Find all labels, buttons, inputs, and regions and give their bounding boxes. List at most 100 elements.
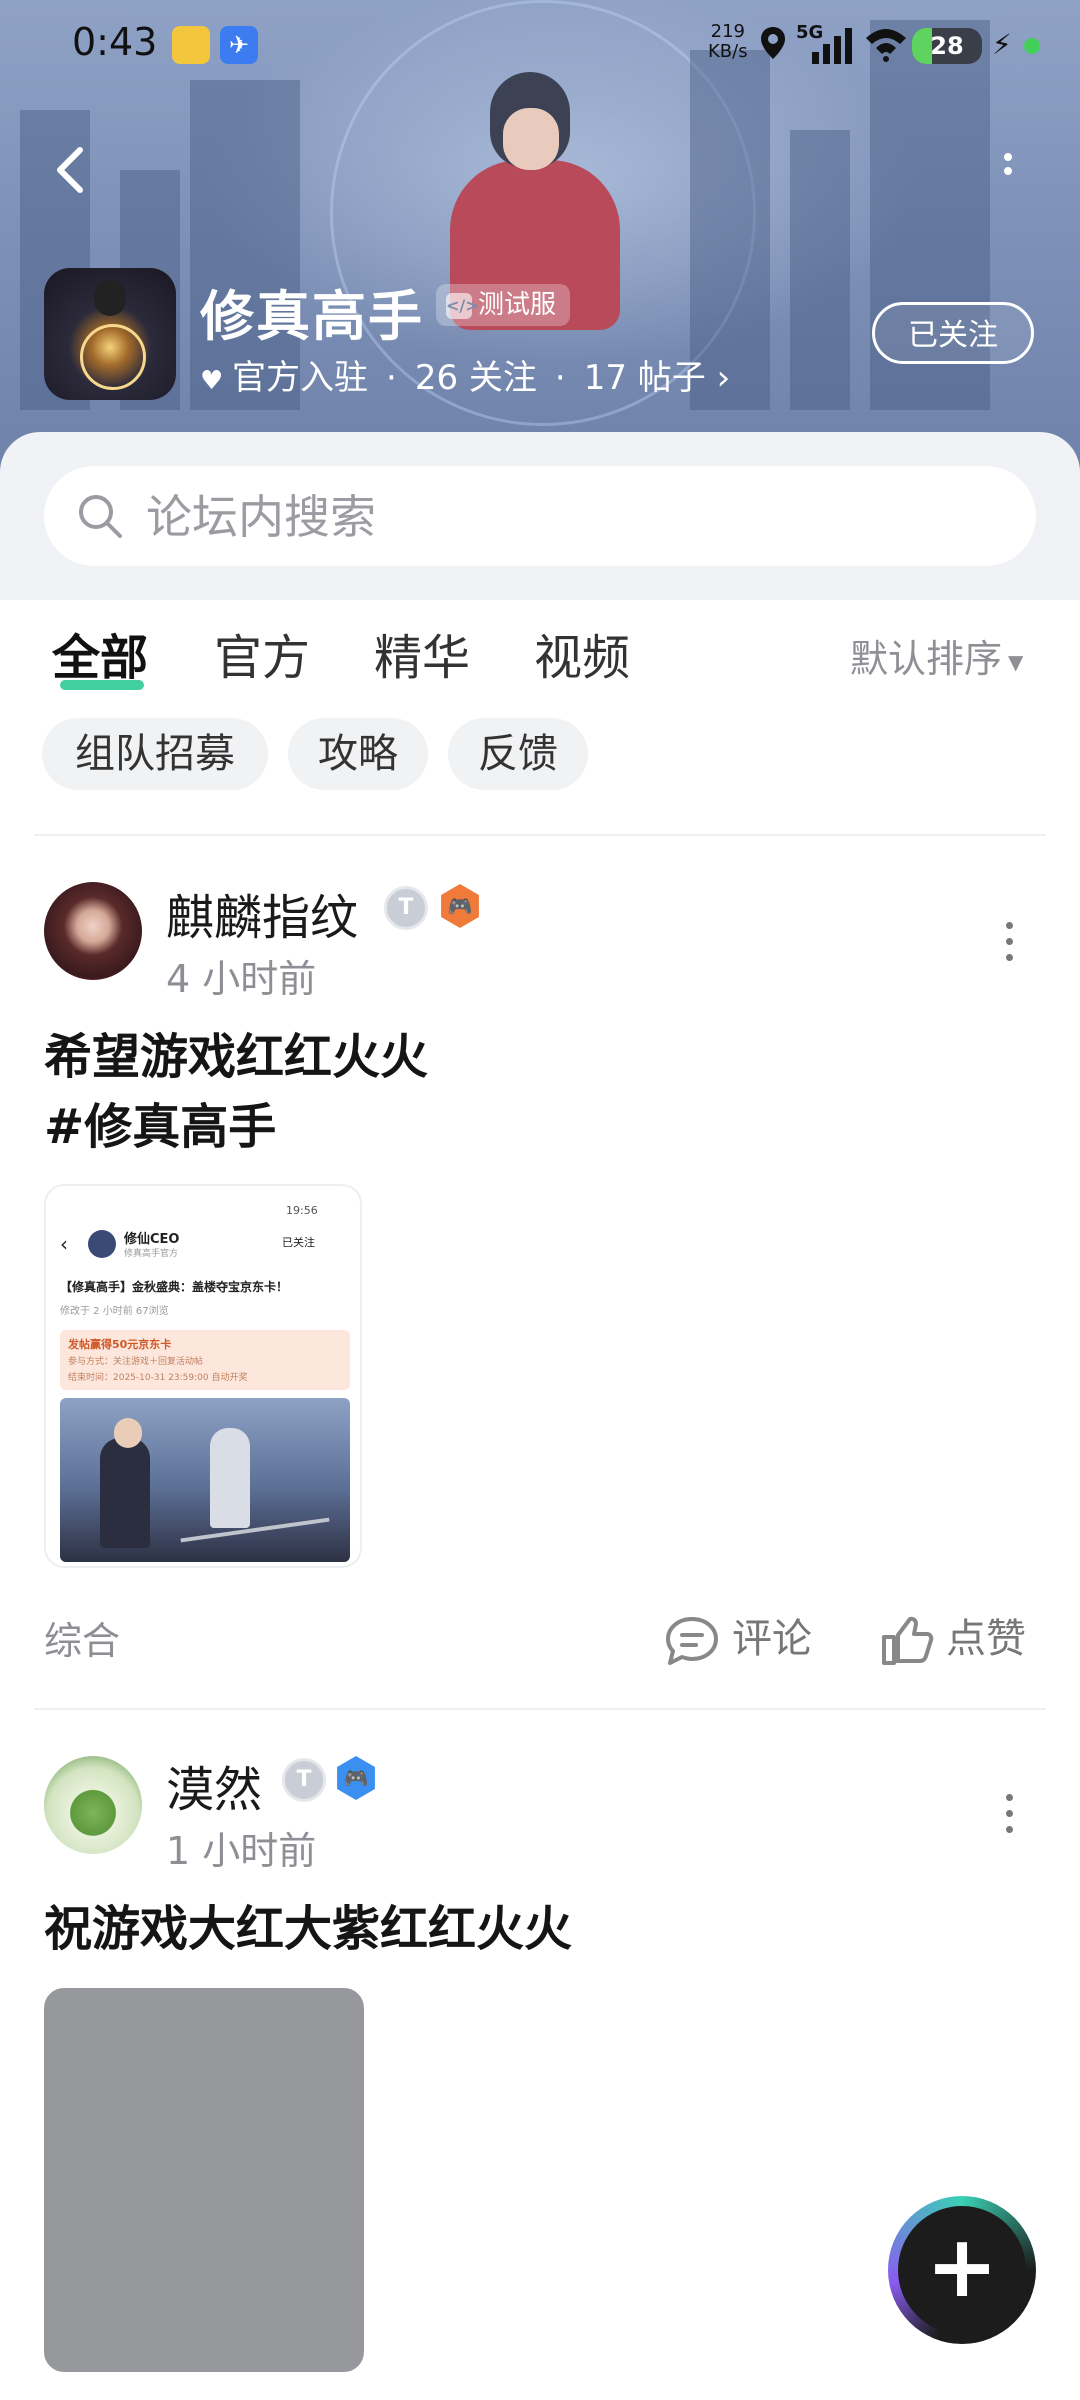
- thumb-artwork-face: [114, 1418, 142, 1448]
- thumb-artwork-figure: [210, 1428, 250, 1528]
- post-title[interactable]: 希望游戏红红火火 #修真高手: [44, 1022, 428, 1162]
- thumb-artwork-figure: [100, 1438, 150, 1548]
- search-input[interactable]: [144, 466, 1008, 568]
- thumb-follow: 已关注: [282, 1236, 315, 1249]
- following-count: 26 关注: [414, 358, 537, 398]
- more-vertical-icon-dot: [1004, 153, 1012, 161]
- network-speed: 219 KB/s: [708, 22, 748, 62]
- post-author[interactable]: 麒麟指纹: [166, 878, 358, 948]
- chevron-left-icon: [57, 147, 83, 193]
- thumb-gift-title: 发帖赢得50元京东卡: [68, 1338, 172, 1351]
- game-meta[interactable]: ♥ 官方入驻 · 26 关注 · 17 帖子 ›: [200, 350, 730, 399]
- thumb-headline: 【修真高手】金秋盛典：盖楼夺宝京东卡！: [60, 1280, 289, 1294]
- like-button[interactable]: 点赞: [880, 1606, 1026, 1667]
- post-more-button[interactable]: [1002, 1794, 1016, 1840]
- divider: [34, 834, 1046, 836]
- header-artwork-building: [790, 130, 850, 410]
- charging-icon: ⚡: [992, 28, 1012, 61]
- thumb-avatar: [88, 1230, 116, 1258]
- privacy-indicator-dot: [1024, 38, 1040, 54]
- battery-indicator: 28: [912, 28, 982, 64]
- avatar[interactable]: [44, 882, 142, 980]
- more-vertical-icon-dot: [1005, 1826, 1013, 1833]
- chevron-right-icon: ›: [705, 358, 731, 398]
- location-icon: [761, 27, 785, 59]
- tab-label: 全部: [52, 630, 149, 686]
- more-vertical-icon-dot: [1005, 1794, 1013, 1801]
- plus-icon: +: [898, 2206, 1026, 2334]
- create-post-button[interactable]: +: [888, 2196, 1036, 2344]
- thumb-gift-way: 参与方式：关注游戏＋回复活动帖: [68, 1357, 204, 1367]
- thumb-artwork: [60, 1398, 350, 1562]
- wifi-icon: [866, 29, 906, 62]
- comment-button[interactable]: 评论: [664, 1606, 812, 1667]
- status-time: 0:43: [72, 20, 158, 64]
- role-badge-icon: 🎮: [441, 884, 479, 928]
- thumb-account-sub: 修真高手官方: [124, 1249, 179, 1259]
- header-artwork-face: [503, 108, 559, 170]
- post-title[interactable]: 祝游戏大红大紫红红火火: [44, 1894, 572, 1964]
- game-icon-orb: [80, 324, 146, 390]
- test-server-label: 测试服: [478, 290, 557, 320]
- more-options-button[interactable]: [996, 150, 1020, 194]
- post-category[interactable]: 综合: [44, 1610, 120, 1665]
- thumb-gift-card: 发帖赢得50元京东卡 参与方式：关注游戏＋回复活动帖 结束时间：2025-10-…: [60, 1330, 350, 1390]
- tab-featured[interactable]: 精华: [374, 618, 470, 688]
- battery-percent: 28: [930, 32, 964, 60]
- game-header: 0:43 ✈ 219 KB/s 5G 28 ⚡ 修真高手 </>测试服 ♥ 官方…: [0, 0, 1080, 470]
- thumb-gift-end: 结束时间：2025-10-31 23:59:00 自动开奖: [68, 1373, 248, 1383]
- network-speed-value: 219: [710, 21, 745, 42]
- like-label: 点赞: [946, 1616, 1026, 1662]
- tab-official[interactable]: 官方: [214, 618, 310, 688]
- level-badge: T: [384, 886, 428, 930]
- post-more-button[interactable]: [1002, 922, 1016, 968]
- thumb-edited: 修改于 2 小时前 67浏览: [60, 1306, 169, 1317]
- more-vertical-icon-dot: [1005, 1810, 1013, 1817]
- more-vertical-icon-dot: [1005, 938, 1013, 945]
- sort-label: 默认排序: [850, 637, 1003, 681]
- post-author[interactable]: 漠然: [166, 1750, 262, 1820]
- chip-team-recruit[interactable]: 组队招募: [42, 718, 268, 790]
- active-tab-indicator: [60, 680, 144, 690]
- tab-video[interactable]: 视频: [534, 618, 630, 688]
- official-label: 官方入驻: [232, 358, 368, 398]
- test-server-badge: </>测试服: [436, 284, 571, 326]
- comment-icon: [666, 1617, 718, 1665]
- follow-button[interactable]: 已关注: [872, 302, 1034, 364]
- avatar[interactable]: [44, 1756, 142, 1854]
- separator-dot: ·: [386, 358, 397, 398]
- thumb-status-time: 19:56: [286, 1204, 318, 1217]
- status-bar: 0:43 ✈ 219 KB/s 5G 28 ⚡: [0, 0, 1080, 90]
- thumb-account: 修仙CEO: [124, 1232, 180, 1247]
- back-button[interactable]: [50, 140, 90, 200]
- chip-guide[interactable]: 攻略: [288, 718, 428, 790]
- search-bar[interactable]: [44, 466, 1036, 568]
- post-image-loading[interactable]: [44, 1988, 364, 2372]
- post-time: 1 小时前: [166, 1829, 317, 1873]
- chip-feedback[interactable]: 反馈: [448, 718, 588, 790]
- post-hashtag[interactable]: #修真高手: [44, 1092, 428, 1162]
- caret-down-icon: ▼: [1008, 649, 1024, 674]
- notification-app-icon: ✈: [220, 26, 258, 64]
- more-vertical-icon-dot: [1005, 954, 1013, 961]
- role-badge-icon: 🎮: [337, 1756, 375, 1800]
- code-icon: </>: [446, 292, 479, 319]
- game-icon[interactable]: [44, 268, 176, 400]
- notification-app-icon: [172, 26, 210, 64]
- thumb-back-icon: ‹: [60, 1232, 68, 1256]
- posts-count: 17 帖子: [583, 358, 706, 398]
- game-icon-character: [94, 280, 126, 316]
- thumb-artwork-sword: [180, 1517, 330, 1543]
- separator-dot: ·: [554, 358, 566, 398]
- network-speed-unit: KB/s: [708, 41, 748, 62]
- post-image[interactable]: 19:56 ‹ 修仙CEO 修真高手官方 已关注 【修真高手】金秋盛典：盖楼夺宝…: [44, 1184, 362, 1568]
- sort-dropdown[interactable]: 默认排序 ▼: [850, 628, 1023, 683]
- search-icon: [79, 495, 122, 538]
- tab-all[interactable]: 全部: [52, 618, 149, 690]
- comment-label: 评论: [732, 1616, 812, 1662]
- post-time: 4 小时前: [166, 957, 317, 1001]
- level-badge: T: [282, 1758, 326, 1802]
- verified-heart-icon: ♥: [200, 366, 224, 396]
- more-vertical-icon-dot: [1004, 167, 1012, 175]
- cell-signal-icon: [812, 28, 852, 64]
